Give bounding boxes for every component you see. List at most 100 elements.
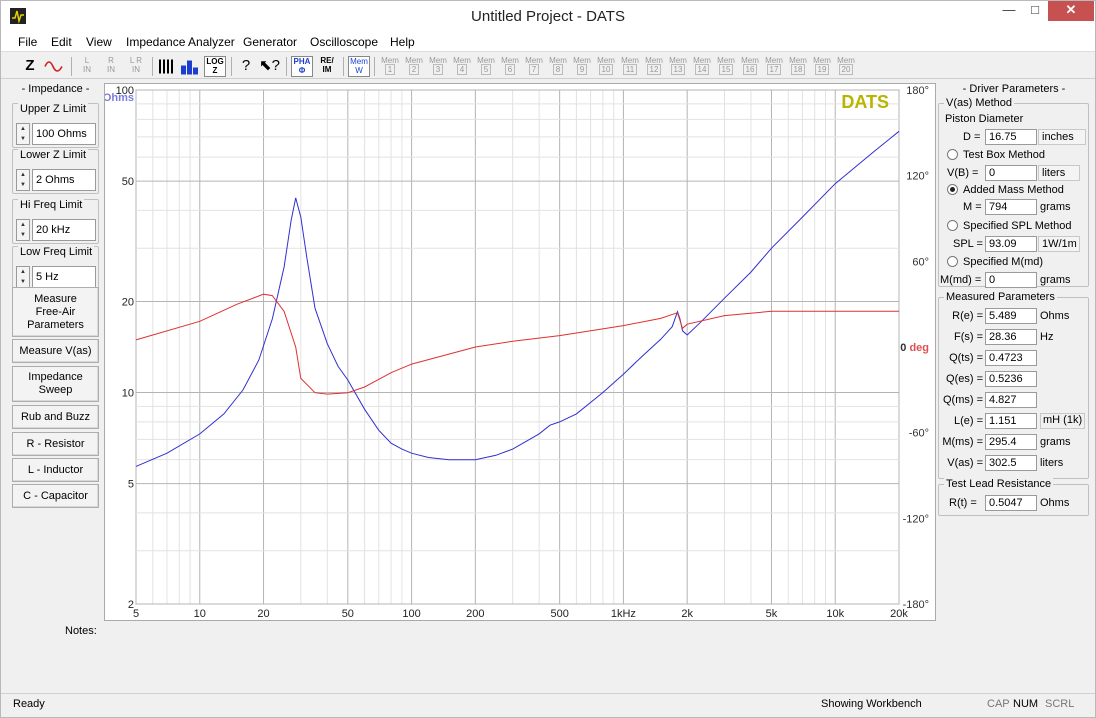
measured-param-label: F(s) = xyxy=(953,331,983,343)
measured-param-value: 5.489 xyxy=(985,308,1037,324)
memory-slot-5-button[interactable]: Mem 5 xyxy=(476,56,496,77)
test-lead-resistance-group: Test Lead Resistance R(t) = 0.5047 Ohms xyxy=(938,478,1089,516)
memory-slot-14-button[interactable]: Mem 14 xyxy=(692,56,712,77)
box-volume-field[interactable]: 0 xyxy=(985,165,1037,181)
impedance-chart: 5 10 20 50 100 200 500 1kHz 2k 5k 10k 20k1005020105… xyxy=(105,85,929,620)
impedance-z-button[interactable]: Z xyxy=(21,56,39,77)
upper-z-limit-field[interactable]: 100 Ohms xyxy=(32,123,96,145)
sine-wave-icon[interactable] xyxy=(43,56,65,77)
memory-slot-3-button[interactable]: Mem 3 xyxy=(428,56,448,77)
right-input-button[interactable]: R IN xyxy=(101,56,121,77)
specified-spl-radio[interactable] xyxy=(947,220,958,231)
memory-slot-13-button[interactable]: Mem 13 xyxy=(668,56,688,77)
lower-z-limit-field[interactable]: 2 Ohms xyxy=(32,169,96,191)
menu-edit[interactable]: Edit xyxy=(51,35,72,49)
maximize-button[interactable]: □ xyxy=(1022,1,1048,21)
y-tick-label: 50 xyxy=(122,176,134,188)
caps-lock-indicator: CAP xyxy=(987,698,1010,710)
measure-vas-button[interactable]: Measure V(as) xyxy=(12,339,99,363)
measured-param-label: Q(ms) = xyxy=(942,394,983,406)
close-button[interactable]: ✕ xyxy=(1048,1,1094,21)
memory-slot-8-button[interactable]: Mem 8 xyxy=(548,56,568,77)
memory-slot-7-button[interactable]: Mem 7 xyxy=(524,56,544,77)
volume-unit-select[interactable]: liters xyxy=(1038,165,1080,181)
menu-view[interactable]: View xyxy=(86,35,112,49)
diameter-unit-select[interactable]: inches xyxy=(1038,129,1086,145)
y-tick-label: 20 xyxy=(122,296,134,308)
title-bar: Untitled Project - DATS — □ ✕ xyxy=(1,1,1095,32)
spl-unit-select[interactable]: 1W/1m xyxy=(1038,236,1080,252)
memory-slot-11-button[interactable]: Mem 11 xyxy=(620,56,640,77)
upper-z-spinner[interactable]: ▲ ▼ xyxy=(16,123,30,145)
memory-slot-15-button[interactable]: Mem 15 xyxy=(716,56,736,77)
real-imaginary-button[interactable]: RE/IM xyxy=(316,56,338,77)
memory-slot-6-button[interactable]: Mem 6 xyxy=(500,56,520,77)
memory-slot-18-button[interactable]: Mem 18 xyxy=(788,56,808,77)
low-freq-limit-group: Low Freq Limit ▲ ▼ 5 Hz xyxy=(12,246,99,291)
minimize-button[interactable]: — xyxy=(996,1,1022,21)
memory-workbench-button[interactable]: Mem W xyxy=(348,56,370,77)
num-lock-indicator: NUM xyxy=(1013,698,1039,710)
low-freq-limit-field[interactable]: 5 Hz xyxy=(32,266,96,288)
measured-param-value: 0.5236 xyxy=(985,371,1037,387)
measured-param-label: V(as) = xyxy=(947,457,983,469)
impedance-sweep-button[interactable]: Impedance Sweep xyxy=(12,366,99,402)
added-mass-radio[interactable] xyxy=(947,184,958,195)
hi-freq-limit-field[interactable]: 20 kHz xyxy=(32,219,96,241)
menu-generator[interactable]: Generator xyxy=(243,35,297,49)
left-input-button[interactable]: L IN xyxy=(77,56,97,77)
memory-slot-19-button[interactable]: Mem 19 xyxy=(812,56,832,77)
memory-slot-12-button[interactable]: Mem 12 xyxy=(644,56,664,77)
rub-and-buzz-button[interactable]: Rub and Buzz xyxy=(12,405,99,429)
context-help-icon[interactable]: ⬉? xyxy=(259,56,280,77)
added-mass-field[interactable]: 794 xyxy=(985,199,1037,215)
bar-graph-icon[interactable] xyxy=(180,56,200,77)
lower-z-spinner[interactable]: ▲ ▼ xyxy=(16,169,30,191)
measured-param-value: 4.827 xyxy=(985,392,1037,408)
stereo-input-button[interactable]: L R IN xyxy=(125,56,147,77)
resistor-button[interactable]: R - Resistor xyxy=(12,432,99,456)
piston-diameter-field[interactable]: 16.75 xyxy=(985,129,1037,145)
test-lead-resistance-field[interactable]: 0.5047 xyxy=(985,495,1037,511)
x-tick-label: 50 xyxy=(342,608,354,620)
mmd-field[interactable]: 0 xyxy=(985,272,1037,288)
scroll-lock-indicator: SCRL xyxy=(1045,698,1075,710)
menu-help[interactable]: Help xyxy=(390,35,415,49)
measured-parameters-group: Measured Parameters R(e) = 5.489 Ohms F(s) … xyxy=(938,291,1089,479)
impedance-plot[interactable]: 5 10 20 50 100 200 500 1kHz 2k 5k 10k 20k 100 50 20 10 5… xyxy=(104,83,936,621)
spl-field[interactable]: 93.09 xyxy=(985,236,1037,252)
capacitor-button[interactable]: C - Capacitor xyxy=(12,484,99,508)
memory-slot-20-button[interactable]: Mem 20 xyxy=(836,56,856,77)
memory-slot-10-button[interactable]: Mem 10 xyxy=(596,56,616,77)
memory-slot-1-button[interactable]: Mem 1 xyxy=(380,56,400,77)
piano-keys-icon[interactable] xyxy=(157,56,177,77)
toolbar-separator xyxy=(286,57,287,76)
specified-mmd-radio[interactable] xyxy=(947,256,958,267)
memory-slot-2-button[interactable]: Mem 2 xyxy=(404,56,424,77)
driver-parameters-panel: - Driver Parameters - V(as) Method Pisto… xyxy=(936,81,1092,521)
menu-impedance-analyzer[interactable]: Impedance Analyzer xyxy=(126,35,235,49)
memory-slot-9-button[interactable]: Mem 9 xyxy=(572,56,592,77)
hi-freq-spinner[interactable]: ▲ ▼ xyxy=(16,219,30,241)
memory-slot-17-button[interactable]: Mem 17 xyxy=(764,56,784,77)
measured-param-value: 302.5 xyxy=(985,455,1037,471)
menu-file[interactable]: File xyxy=(18,35,37,49)
phase-button[interactable]: PHA Φ xyxy=(291,56,313,77)
inductor-button[interactable]: L - Inductor xyxy=(12,458,99,482)
low-freq-spinner[interactable]: ▲ ▼ xyxy=(16,266,30,288)
help-icon[interactable]: ? xyxy=(237,56,255,77)
upper-z-limit-group: Upper Z Limit ▲ ▼ 100 Ohms xyxy=(12,103,99,148)
y-tick-label: 10 xyxy=(122,388,134,400)
measured-param-unit: liters xyxy=(1040,457,1064,469)
measured-param-label: M(ms) = xyxy=(942,436,983,448)
toolbar-separator xyxy=(231,57,232,76)
x-tick-label: 500 xyxy=(550,608,568,620)
menu-oscilloscope[interactable]: Oscilloscope xyxy=(310,35,378,49)
log-z-button[interactable]: LOG Z xyxy=(204,56,226,77)
measure-free-air-button[interactable]: Measure Free-Air Parameters xyxy=(12,287,99,337)
memory-slot-4-button[interactable]: Mem 4 xyxy=(452,56,472,77)
measured-param-unit: mH (1k) xyxy=(1040,413,1086,429)
test-box-radio[interactable] xyxy=(947,149,958,160)
y-tick-label: 5 xyxy=(128,479,134,491)
memory-slot-16-button[interactable]: Mem 16 xyxy=(740,56,760,77)
